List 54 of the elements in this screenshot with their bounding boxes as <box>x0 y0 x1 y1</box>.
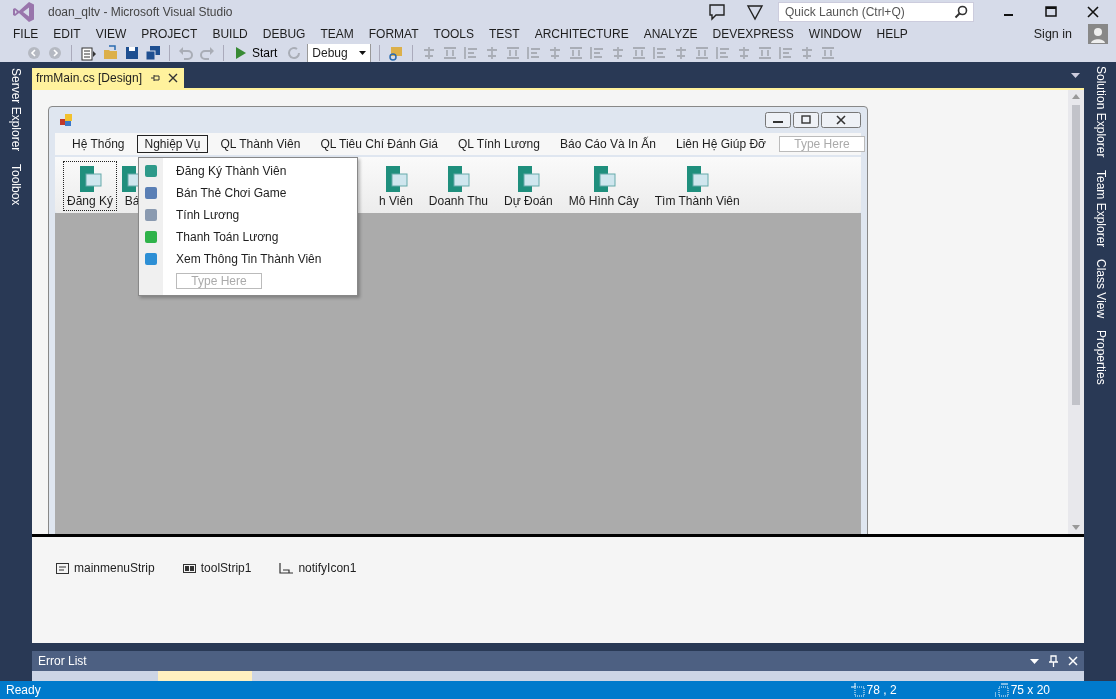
form-menu-item[interactable]: QL Tính Lương <box>451 135 547 154</box>
quick-launch-field[interactable]: Quick Launch (Ctrl+Q) <box>778 2 974 22</box>
toolstrip-button[interactable]: Dự Đoán <box>500 161 557 212</box>
toolstrip-button[interactable]: Doanh Thu <box>424 161 492 212</box>
form-menu-item[interactable]: QL Thành Viên <box>213 135 308 154</box>
menu-item[interactable]: PROJECT <box>136 27 203 41</box>
type-here-field[interactable]: Type Here <box>778 136 865 153</box>
side-tab[interactable]: Toolbox <box>9 163 23 206</box>
menu-item[interactable]: TEST <box>484 27 525 41</box>
cursor-position: 78 , 2 <box>866 683 897 698</box>
toolstrip-button[interactable]: Đăng Ký <box>63 161 118 212</box>
dropdown-item[interactable]: Tính Lương <box>139 204 357 227</box>
side-tab[interactable]: Properties <box>1094 330 1108 385</box>
dropdown-item[interactable]: Thanh Toán Lương <box>139 226 357 249</box>
window-title: doan_qltv - Microsoft Visual Studio <box>48 5 233 19</box>
document-tab[interactable]: frmMain.cs [Design] <box>32 68 185 89</box>
menu-item[interactable]: ARCHITECTURE <box>529 27 634 41</box>
side-tab[interactable]: Team Explorer <box>1094 169 1108 248</box>
menu-item[interactable]: TEAM <box>315 27 359 41</box>
dropdown-item[interactable]: Đăng Ký Thành Viên <box>139 160 357 183</box>
toolstrip-button[interactable]: Mô Hình Cây <box>564 161 643 212</box>
menu-item[interactable]: BUILD <box>207 27 253 41</box>
toolstrip-button[interactable]: Tìm Thành Viên <box>650 161 744 212</box>
side-tab[interactable]: Class View <box>1094 259 1108 319</box>
component-item[interactable]: mainmenuStrip <box>56 561 155 576</box>
sign-in-link[interactable]: Sign in <box>1033 27 1072 41</box>
toolstrip-button[interactable]: h Viên <box>375 161 417 212</box>
form-menu-item[interactable]: Liên Hệ Giúp Đỡ <box>669 135 773 154</box>
form-menu-item[interactable]: Hệ Thống <box>65 135 132 154</box>
configuration-dropdown[interactable]: Debug <box>307 44 372 63</box>
menu-item[interactable]: ANALYZE <box>638 27 703 41</box>
selection-size: 75 x 20 <box>1010 683 1050 698</box>
component-item[interactable]: toolStrip1 <box>182 561 252 576</box>
menu-item[interactable]: WINDOW <box>803 27 867 41</box>
panel-title: Error List <box>38 654 87 669</box>
menu-item[interactable]: TOOLS <box>428 27 479 41</box>
menu-item[interactable]: FILE <box>8 27 44 41</box>
side-tab[interactable]: Server Explorer <box>9 68 23 152</box>
menu-item[interactable]: DEVEXPRESS <box>707 27 799 41</box>
form-menu-item[interactable]: Nghiệp Vụ <box>137 135 208 154</box>
component-item[interactable]: notifyIcon1 <box>279 561 357 576</box>
menu-item[interactable]: EDIT <box>48 27 86 41</box>
dropdown-item[interactable]: Xem Thông Tin Thành Viên <box>139 248 357 271</box>
start-button[interactable]: Start <box>232 46 282 61</box>
side-tab[interactable]: Solution Explorer <box>1094 66 1108 158</box>
dropdown-item[interactable]: Bán Thẻ Chơi Game <box>139 182 357 205</box>
form-menu-item[interactable]: QL Tiêu Chí Đánh Giá <box>313 135 445 154</box>
menu-item[interactable]: DEBUG <box>257 27 311 41</box>
form-menu-item[interactable]: Báo Cáo Và In Ấn <box>552 135 664 154</box>
menu-item[interactable]: HELP <box>871 27 913 41</box>
menu-item[interactable]: FORMAT <box>363 27 424 41</box>
type-here-field[interactable]: Type Here <box>176 273 262 290</box>
menu-item[interactable]: VIEW <box>90 27 132 41</box>
status-text: Ready <box>6 683 41 698</box>
